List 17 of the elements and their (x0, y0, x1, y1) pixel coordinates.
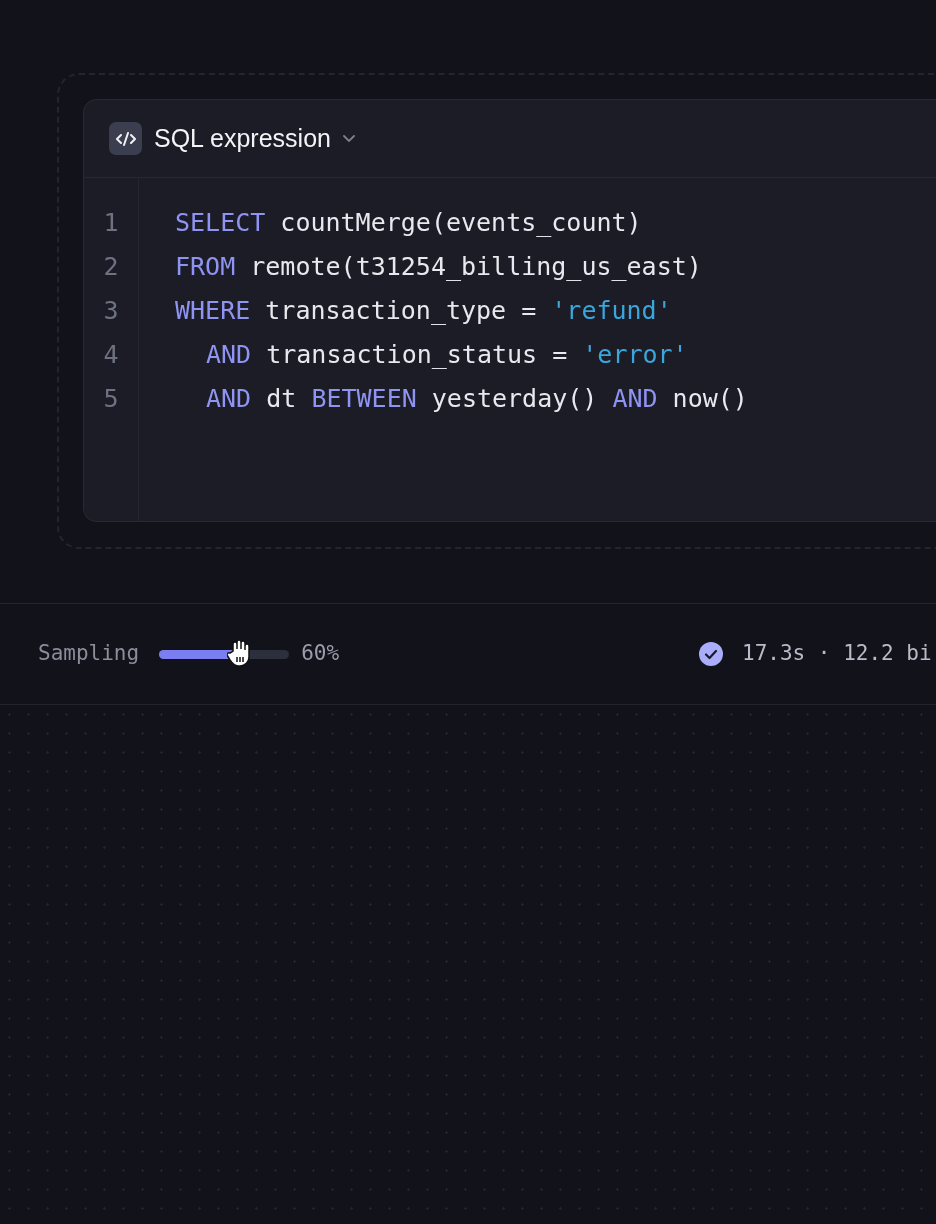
sampling-label: Sampling (38, 640, 140, 668)
line-number: 5 (103, 383, 119, 415)
chevron-down-icon (342, 134, 355, 143)
line-number: 4 (103, 339, 119, 371)
line-number: 3 (103, 295, 119, 327)
query-stats: 17.3s · 12.2 bi (742, 640, 932, 668)
sampling-value: 60% (301, 640, 340, 668)
code-line: AND dt BETWEEN yesterday() AND now() (205, 383, 748, 415)
code-line: AND transaction_status = 'error' (205, 339, 688, 371)
code-line: FROM remote(t31254_billing_us_east) (175, 251, 702, 283)
expression-type-dropdown[interactable]: SQL expression (154, 119, 355, 158)
code-line: WHERE transaction_type = 'refund' (175, 295, 672, 327)
line-number: 1 (103, 207, 119, 239)
line-number: 2 (103, 251, 119, 283)
code-line: SELECT countMerge(events_count) (175, 207, 642, 239)
code-icon (109, 122, 142, 155)
sampling-slider[interactable] (159, 642, 290, 666)
